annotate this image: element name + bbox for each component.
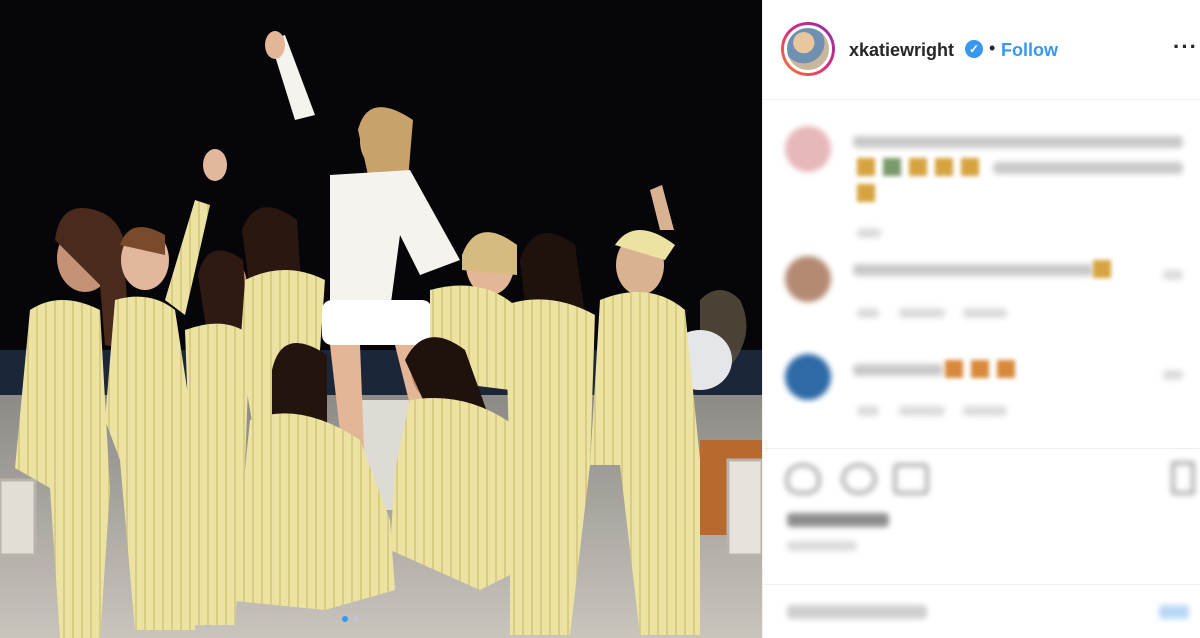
- comment-icon[interactable]: [841, 463, 877, 495]
- verified-badge-icon: ✓: [965, 40, 983, 58]
- more-options-icon[interactable]: ···: [1173, 34, 1198, 60]
- blurred-comment-meta: [857, 308, 879, 318]
- blurred-post-button[interactable]: [1159, 605, 1189, 619]
- blurred-emoji: [883, 158, 901, 176]
- carousel-indicator: [342, 616, 359, 622]
- blurred-likes-count[interactable]: [787, 513, 889, 527]
- commenter-avatar[interactable]: [785, 354, 831, 400]
- blurred-comment-text: [993, 162, 1183, 174]
- blurred-emoji: [997, 360, 1015, 378]
- blurred-emoji: [945, 360, 963, 378]
- post-side-panel: xkatiewright ✓ • Follow ···: [762, 0, 1200, 638]
- follow-button[interactable]: Follow: [1001, 40, 1058, 61]
- save-bookmark-icon[interactable]: [1171, 461, 1195, 495]
- username-link[interactable]: xkatiewright: [849, 40, 954, 61]
- blurred-emoji: [1093, 260, 1111, 278]
- blurred-comment-text: [853, 364, 943, 376]
- post-header: xkatiewright ✓ • Follow ···: [763, 0, 1200, 100]
- blurred-comment-text: [853, 264, 1093, 276]
- blurred-comment-input[interactable]: [787, 605, 927, 619]
- blurred-comment-meta: [963, 406, 1007, 416]
- blurred-emoji: [961, 158, 979, 176]
- carousel-dot: [353, 616, 359, 622]
- blurred-comment-meta: [899, 406, 945, 416]
- commenter-avatar[interactable]: [785, 126, 831, 172]
- carousel-dot-active: [342, 616, 348, 622]
- blurred-comment-meta: [899, 308, 945, 318]
- blurred-comment-meta: [857, 406, 879, 416]
- blurred-comment: [763, 118, 1200, 248]
- blurred-comment-text: [853, 136, 1183, 148]
- blurred-emoji: [909, 158, 927, 176]
- avatar-image: [784, 25, 832, 73]
- blurred-comment: [763, 350, 1200, 430]
- commenter-avatar[interactable]: [785, 256, 831, 302]
- add-comment-bar: [763, 584, 1200, 638]
- like-comment-icon[interactable]: [1163, 370, 1183, 380]
- blurred-comment-meta: [963, 308, 1007, 318]
- avatar[interactable]: [781, 22, 835, 76]
- share-icon[interactable]: [893, 463, 929, 495]
- blurred-comment: [763, 250, 1200, 330]
- like-comment-icon[interactable]: [1163, 270, 1183, 280]
- blurred-timestamp: [787, 541, 857, 551]
- post-photo[interactable]: [0, 0, 762, 638]
- blurred-comment-meta: [857, 228, 881, 238]
- separator-dot: •: [989, 38, 996, 58]
- blurred-emoji: [935, 158, 953, 176]
- blurred-emoji: [971, 360, 989, 378]
- post-actions: [763, 448, 1200, 551]
- blurred-emoji: [857, 184, 875, 202]
- party-photo-illustration: [0, 0, 762, 638]
- like-icon[interactable]: [785, 463, 821, 495]
- blurred-emoji: [857, 158, 875, 176]
